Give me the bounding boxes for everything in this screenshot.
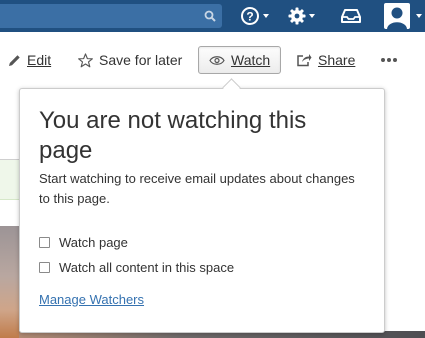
search-input[interactable] (0, 4, 222, 28)
watch-popup: You are not watching this page Start wat… (19, 88, 385, 333)
watch-space-checkbox[interactable] (39, 261, 50, 273)
watch-space-label: Watch all content in this space (59, 259, 235, 275)
inbox-icon (341, 9, 361, 23)
popup-description: Start watching to receive email updates … (39, 171, 355, 206)
page-banner (0, 160, 19, 200)
user-menu-caret[interactable] (413, 5, 422, 27)
share-button[interactable]: Share (296, 47, 355, 73)
page-toolbar: Edit Save for later Watch Share (0, 44, 425, 76)
top-header-bar: ? (0, 0, 425, 32)
watch-label: Watch (231, 52, 271, 68)
watch-page-label: Watch page (59, 234, 128, 250)
watch-page-option[interactable]: Watch page (39, 232, 128, 252)
question-circle-icon: ? (241, 7, 259, 25)
chevron-down-icon (263, 14, 269, 18)
svg-text:?: ? (246, 10, 253, 24)
user-avatar-button[interactable] (384, 3, 410, 29)
notifications-button[interactable] (341, 5, 361, 27)
user-avatar-icon (387, 7, 407, 29)
watch-button[interactable]: Watch (198, 46, 282, 74)
star-icon (78, 52, 93, 67)
more-actions-button[interactable] (381, 47, 399, 73)
help-menu-button[interactable]: ? (240, 5, 269, 27)
eye-icon (209, 55, 225, 65)
share-icon (297, 54, 312, 67)
chevron-down-icon (416, 14, 422, 18)
gear-icon (288, 7, 306, 25)
watch-page-checkbox[interactable] (39, 236, 50, 248)
watch-space-option[interactable]: Watch all content in this space (39, 257, 234, 277)
chevron-down-icon (309, 14, 315, 18)
share-label: Share (318, 52, 356, 68)
pencil-icon (9, 54, 20, 66)
popup-title: You are not watching this page (39, 107, 307, 164)
save-for-later-label: Save for later (99, 52, 183, 68)
settings-menu-button[interactable] (288, 5, 315, 27)
search-icon (204, 10, 216, 22)
edit-label: Edit (27, 52, 52, 68)
manage-watchers-link[interactable]: Manage Watchers (39, 292, 144, 307)
more-dots-icon (381, 58, 399, 62)
save-for-later-button[interactable]: Save for later (78, 47, 182, 73)
page-image (0, 226, 19, 338)
edit-button[interactable]: Edit (8, 47, 51, 73)
